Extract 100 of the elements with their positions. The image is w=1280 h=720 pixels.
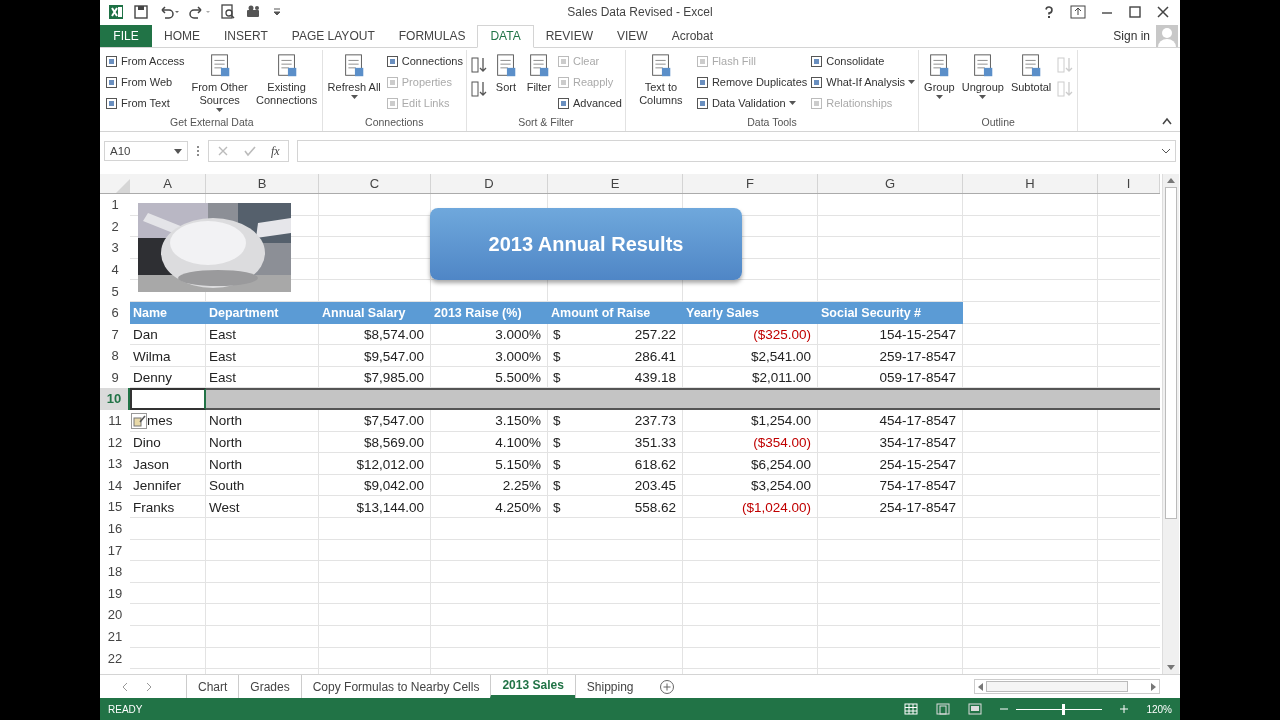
- scroll-right-icon[interactable]: [1151, 682, 1157, 691]
- ribbon-button[interactable]: Advanced: [556, 93, 622, 113]
- sign-in-link[interactable]: Sign in: [1113, 28, 1150, 43]
- row-header[interactable]: 16: [100, 518, 130, 540]
- scroll-left-icon[interactable]: [977, 682, 983, 691]
- previous-sheet-icon[interactable]: [120, 681, 130, 692]
- row-header[interactable]: 8: [100, 345, 130, 367]
- ribbon-button[interactable]: From Text: [105, 93, 185, 113]
- column-header[interactable]: D: [431, 174, 548, 194]
- vertical-scrollbar[interactable]: [1162, 174, 1179, 675]
- ribbon-button[interactable]: From Other Sources: [187, 49, 252, 117]
- ribbon-button[interactable]: Connections: [385, 51, 463, 71]
- ribbon-button[interactable]: Filter: [523, 49, 554, 117]
- table-cell-text: $ 351.33: [552, 434, 676, 450]
- ribbon-tab[interactable]: DATA: [477, 24, 534, 48]
- ribbon-tab[interactable]: INSERT: [212, 24, 280, 47]
- table-cell-text: $ 237.73: [552, 413, 676, 429]
- table-cell: $2,541.00: [750, 348, 811, 364]
- column-header[interactable]: C: [319, 174, 431, 194]
- row-header[interactable]: 12: [100, 431, 130, 454]
- expand-icon[interactable]: [1162, 148, 1170, 154]
- next-sheet-icon[interactable]: [144, 681, 154, 692]
- sort-icon[interactable]: [469, 79, 488, 98]
- ribbon-button[interactable]: What-If Analysis: [810, 72, 916, 92]
- row-header[interactable]: 19: [100, 582, 130, 605]
- ribbon-display-icon[interactable]: [1070, 5, 1086, 20]
- ribbon-tab[interactable]: Acrobat: [659, 24, 725, 47]
- ribbon-button[interactable]: Sort: [490, 49, 521, 117]
- save-icon[interactable]: [133, 4, 149, 21]
- row-header[interactable]: 7: [100, 323, 130, 346]
- insert-function-button[interactable]: fx: [271, 143, 280, 159]
- page-layout-icon[interactable]: [936, 703, 951, 716]
- help-icon[interactable]: [1042, 5, 1056, 20]
- row-header[interactable]: 4: [100, 258, 130, 281]
- name-box[interactable]: A10: [104, 141, 188, 162]
- print-preview-icon[interactable]: [220, 4, 236, 21]
- collapse-ribbon-icon[interactable]: [1162, 117, 1172, 126]
- row-header[interactable]: 20: [100, 604, 130, 626]
- close-icon[interactable]: [1156, 5, 1170, 20]
- row-header[interactable]: 21: [100, 626, 130, 648]
- ribbon-button[interactable]: Subtotal: [1008, 49, 1054, 117]
- row-header[interactable]: 13: [100, 453, 130, 475]
- ribbon-button[interactable]: From Access: [105, 51, 185, 71]
- sort-icon[interactable]: [469, 55, 488, 74]
- table-cell-text: $ 439.18: [552, 370, 676, 386]
- formula-input[interactable]: [296, 140, 1176, 163]
- row-header[interactable]: 6: [100, 302, 130, 324]
- ribbon-tab[interactable]: REVIEW: [533, 24, 605, 47]
- row-header[interactable]: 18: [100, 561, 130, 583]
- redo-icon[interactable]: [189, 4, 211, 21]
- column-header[interactable]: A: [130, 174, 206, 194]
- ribbon-tab[interactable]: PAGE LAYOUT: [279, 24, 387, 47]
- column-header[interactable]: F: [683, 174, 818, 194]
- row-header[interactable]: 9: [100, 366, 130, 389]
- horizontal-scrollbar[interactable]: [974, 679, 1160, 695]
- ribbon-button[interactable]: Remove Duplicates: [695, 72, 808, 92]
- row-header[interactable]: 22: [100, 647, 130, 670]
- undo-icon[interactable]: [158, 4, 180, 21]
- table-cell-text: $ 558.62: [552, 499, 676, 515]
- row-header[interactable]: 3: [100, 237, 130, 259]
- file-tab[interactable]: FILE: [100, 24, 152, 47]
- row-header[interactable]: 10: [100, 388, 130, 411]
- column-header[interactable]: E: [548, 174, 683, 194]
- row-header[interactable]: 17: [100, 539, 130, 562]
- column-heading: Yearly Sales: [683, 302, 818, 324]
- ribbon-button[interactable]: Existing Connections: [254, 49, 319, 117]
- ribbon-tab[interactable]: VIEW: [605, 24, 660, 47]
- row-header[interactable]: 14: [100, 474, 130, 497]
- zoom-in-icon[interactable]: [1120, 705, 1129, 714]
- row-header[interactable]: 5: [100, 280, 130, 303]
- ribbon-tab[interactable]: FORMULAS: [386, 24, 478, 47]
- ribbon-tab[interactable]: HOME: [152, 24, 212, 47]
- row-header[interactable]: 2: [100, 215, 130, 238]
- scroll-up-icon[interactable]: [1167, 177, 1175, 184]
- column-header[interactable]: B: [206, 174, 319, 194]
- paste-options-icon[interactable]: [131, 412, 147, 429]
- ribbon-button[interactable]: Consolidate: [810, 51, 916, 71]
- column-header[interactable]: G: [818, 174, 963, 194]
- ribbon-button[interactable]: Text to Columns: [628, 49, 693, 117]
- ribbon-button[interactable]: From Web: [105, 72, 185, 92]
- ribbon-button[interactable]: Refresh All: [325, 49, 383, 117]
- active-cell[interactable]: [130, 388, 206, 411]
- row-header[interactable]: 11: [100, 410, 130, 432]
- page-break-icon[interactable]: [968, 703, 983, 716]
- column-header[interactable]: I: [1098, 174, 1160, 194]
- group-label: Outline: [980, 116, 1016, 131]
- zoom-level[interactable]: 120%: [1146, 703, 1172, 715]
- table-cell: South: [209, 478, 245, 494]
- maximize-icon[interactable]: [1128, 5, 1142, 20]
- scroll-down-icon[interactable]: [1167, 665, 1175, 672]
- ribbon-button[interactable]: Data Validation: [695, 93, 808, 113]
- row-header[interactable]: 1: [100, 194, 130, 216]
- column-header[interactable]: H: [963, 174, 1098, 194]
- column-heading: Annual Salary: [319, 302, 431, 324]
- ribbon-button[interactable]: Ungroup: [959, 49, 1006, 117]
- normal-view-icon[interactable]: [904, 703, 919, 716]
- add-sheet-icon[interactable]: [658, 678, 675, 695]
- row-header[interactable]: 15: [100, 496, 130, 519]
- sheet-tab[interactable]: 2013 Sales: [490, 675, 575, 699]
- ribbon-button[interactable]: Group: [922, 49, 957, 117]
